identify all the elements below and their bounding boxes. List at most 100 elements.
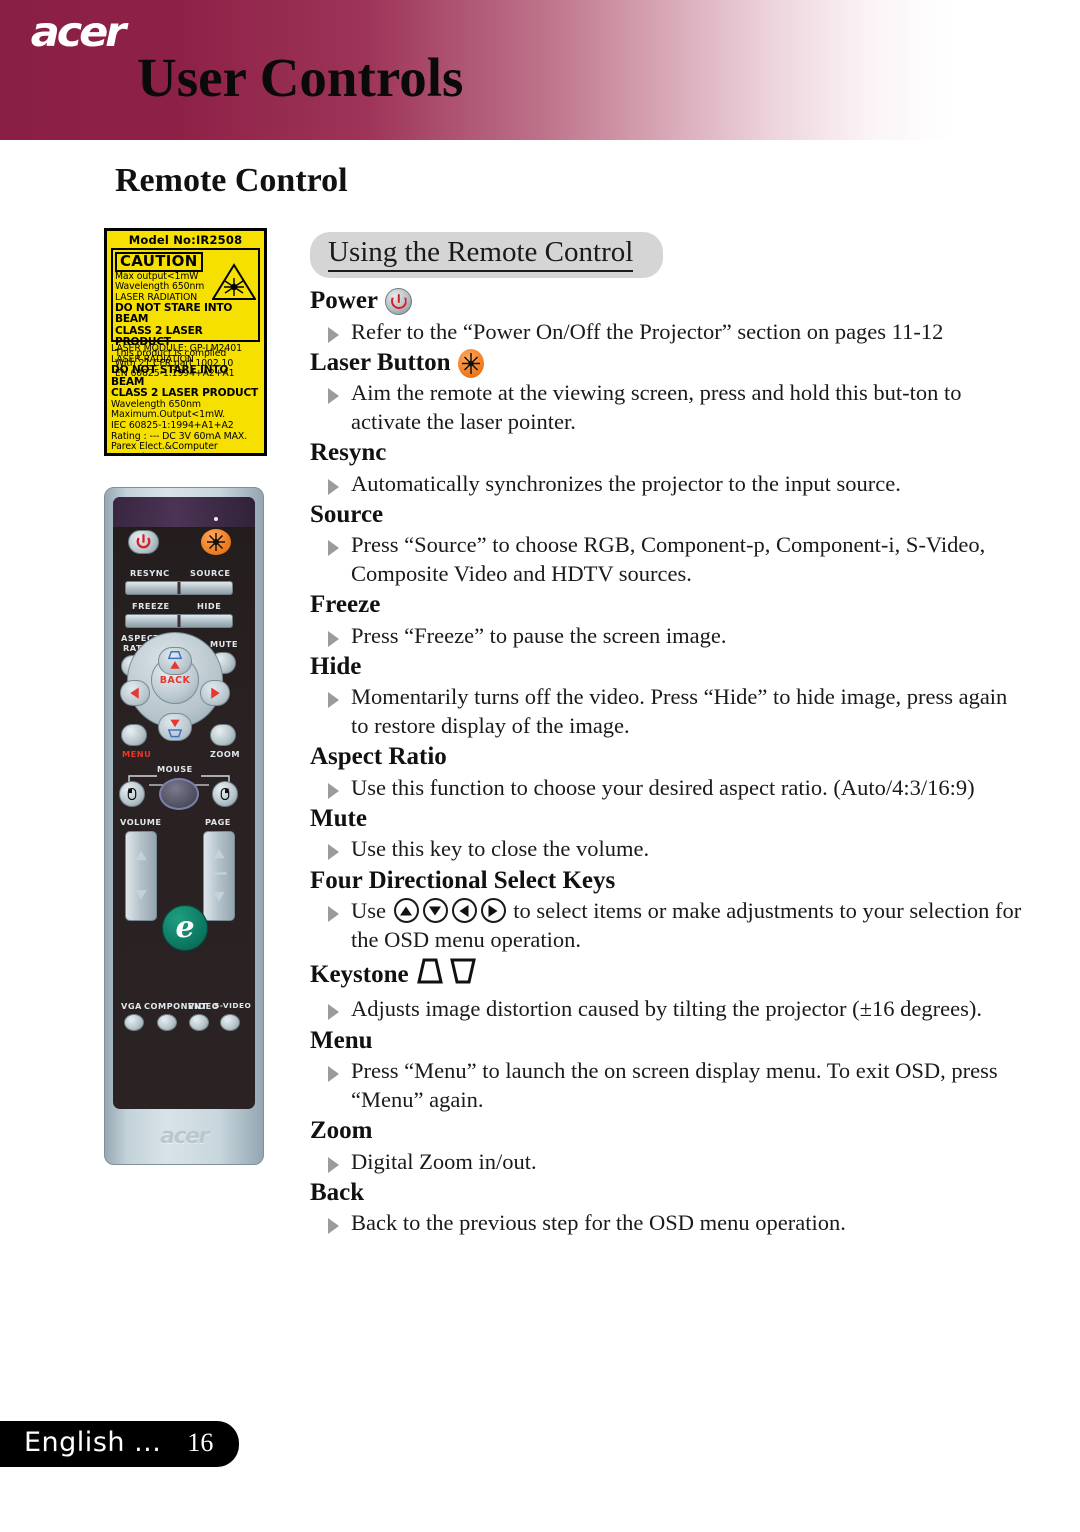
control-desc-laser-button: Aim the remote at the viewing screen, pr… — [310, 379, 1022, 436]
caution-small-2: EN 60825-1:1994+A2+A1 — [115, 368, 235, 380]
laser-caution-label: Model No:IR2508 CAUTION Max output<1mW W… — [104, 228, 267, 456]
control-title-text: Zoom — [310, 1117, 373, 1144]
remote-vga-button — [124, 1014, 144, 1031]
control-desc-text: Digital Zoom in/out. — [351, 1148, 537, 1174]
remote-keystone-down-button — [158, 713, 192, 741]
control-title-text: Laser Button — [310, 348, 451, 376]
dpad-right-icon — [211, 687, 220, 699]
control-desc-text: Back to the previous step for the OSD me… — [351, 1210, 846, 1236]
control-title-hide: Hide — [310, 652, 1022, 683]
control-item-power: Power Refer to the “Power On/Off the Pro… — [310, 286, 1022, 346]
control-desc-text: Use to select items or make adjustments … — [351, 897, 1022, 954]
control-item-resync: Resync Automatically synchronizes the pr… — [310, 438, 1022, 498]
arrow-right-icon — [480, 898, 506, 924]
pill-heading-text: Using the Remote Control — [328, 236, 634, 272]
volume-arrows-icon — [135, 850, 147, 900]
caution-upper-box: CAUTION Max output<1mW Wavelength 650nm … — [111, 248, 260, 379]
remote-resync-source-rocker — [125, 581, 233, 595]
control-desc-text: Adjusts image distortion caused by tilti… — [351, 996, 982, 1022]
control-desc-hide: Momentarily turns off the video. Press “… — [310, 683, 1022, 740]
control-title-laser-button: Laser Button — [310, 348, 1022, 379]
remote-mouse-left-button — [119, 781, 145, 807]
control-title-text: Source — [310, 500, 384, 528]
remote-laser-button — [201, 529, 231, 555]
control-title-freeze: Freeze — [310, 590, 1022, 621]
bullet-arrow-icon — [328, 326, 339, 343]
remote-label-menu: MENU — [122, 749, 152, 759]
remote-menu-button — [121, 724, 147, 746]
page-title: User Controls — [137, 47, 464, 108]
control-desc-text: Use this key to close the volume. — [351, 836, 650, 862]
control-title-text: Freeze — [310, 591, 381, 619]
control-title-text: Menu — [310, 1026, 373, 1054]
control-title-text: Four Directional Select Keys — [310, 866, 616, 894]
mouse-right-icon — [220, 787, 230, 801]
remote-label-volume: VOLUME — [120, 817, 162, 827]
control-title-power: Power — [310, 286, 1022, 317]
rocker-divider-2 — [177, 615, 181, 627]
control-desc-mute: Use this key to close the volume. — [310, 835, 1022, 863]
remote-svideo-button — [220, 1014, 240, 1031]
control-desc-back: Back to the previous step for the OSD me… — [310, 1209, 1022, 1237]
control-desc-text: Press “Freeze” to pause the screen image… — [351, 622, 727, 648]
remote-mouse-pad — [159, 778, 199, 810]
bullet-arrow-icon — [328, 844, 339, 861]
control-title-text: Keystone — [310, 960, 409, 988]
remote-page-rocker — [203, 831, 235, 921]
caution-bold-0: DO NOT STARE INTO BEAM — [115, 301, 233, 326]
control-item-keystone: Keystone Adjusts image distortion caused… — [310, 956, 1022, 1024]
remote-label-freeze: FREEZE — [132, 601, 170, 611]
desc-prefix-text: Use — [351, 898, 392, 924]
control-desc-freeze: Press “Freeze” to pause the screen image… — [310, 622, 1022, 650]
control-desc-zoom: Digital Zoom in/out. — [310, 1148, 1022, 1176]
control-item-four-directional-select-keys: Four Directional Select Keys Use to sele… — [310, 866, 1022, 954]
section-title: Remote Control — [115, 162, 348, 199]
keystone-shapes-icon — [416, 958, 476, 984]
footer-language: English ... — [24, 1427, 162, 1458]
caution-lower-bold-1: CLASS 2 LASER PRODUCT — [111, 387, 259, 400]
caution-bold-1: CLASS 2 LASER PRODUCT — [115, 324, 203, 349]
remote-label-zoom: ZOOM — [210, 749, 241, 759]
control-title-mute: Mute — [310, 804, 1022, 835]
remote-acer-logo: acer — [160, 1124, 209, 1149]
arrow-up-icon — [393, 898, 419, 924]
remote-keystone-up-button — [158, 647, 192, 675]
page-arrows-icon — [211, 848, 227, 902]
bullet-arrow-icon — [328, 782, 339, 799]
control-title-back: Back — [310, 1178, 1022, 1209]
remote-video-button — [189, 1014, 209, 1031]
remote-led-dot — [214, 517, 218, 521]
bullet-arrow-icon — [328, 1156, 339, 1173]
control-item-laser-button: Laser Button Aim the remote at the viewi… — [310, 348, 1022, 436]
remote-power-icon — [136, 534, 151, 549]
remote-left-button — [120, 680, 150, 706]
remote-label-page: PAGE — [205, 817, 231, 827]
control-item-source: Source Press “Source” to choose RGB, Com… — [310, 500, 1022, 588]
control-desc-power: Refer to the “Power On/Off the Projector… — [310, 318, 1022, 346]
remote-freeze-hide-rocker — [125, 614, 233, 628]
dpad-left-icon — [130, 687, 139, 699]
arrow-left-icon — [451, 898, 477, 924]
laser-warning-triangle-icon — [212, 263, 256, 300]
control-item-zoom: Zoom Digital Zoom in/out. — [310, 1116, 1022, 1176]
bullet-arrow-icon — [328, 388, 339, 405]
bullet-arrow-icon — [328, 1218, 339, 1235]
control-desc-text: Press “Menu” to launch the on screen dis… — [351, 1058, 998, 1112]
remote-empowering-button: e — [162, 905, 208, 951]
control-title-text: Hide — [310, 652, 362, 680]
bullet-arrow-icon — [328, 478, 339, 495]
bullet-arrow-icon — [328, 906, 339, 923]
arrow-down-icon — [422, 898, 448, 924]
bullet-arrow-icon — [328, 540, 339, 557]
control-desc-source: Press “Source” to choose RGB, Component-… — [310, 531, 1022, 588]
control-item-aspect-ratio: Aspect Ratio Use this function to choose… — [310, 742, 1022, 802]
control-desc-text: Aim the remote at the viewing screen, pr… — [351, 380, 962, 434]
keystone-down-icon — [167, 719, 183, 738]
control-desc-menu: Press “Menu” to launch the on screen dis… — [310, 1057, 1022, 1114]
control-item-mute: Mute Use this key to close the volume. — [310, 804, 1022, 864]
laser-starburst-icon — [461, 352, 480, 374]
remote-component-button — [157, 1014, 177, 1031]
control-title-text: Power — [310, 287, 379, 314]
remote-right-button — [200, 680, 230, 706]
bullet-arrow-icon — [328, 1066, 339, 1083]
